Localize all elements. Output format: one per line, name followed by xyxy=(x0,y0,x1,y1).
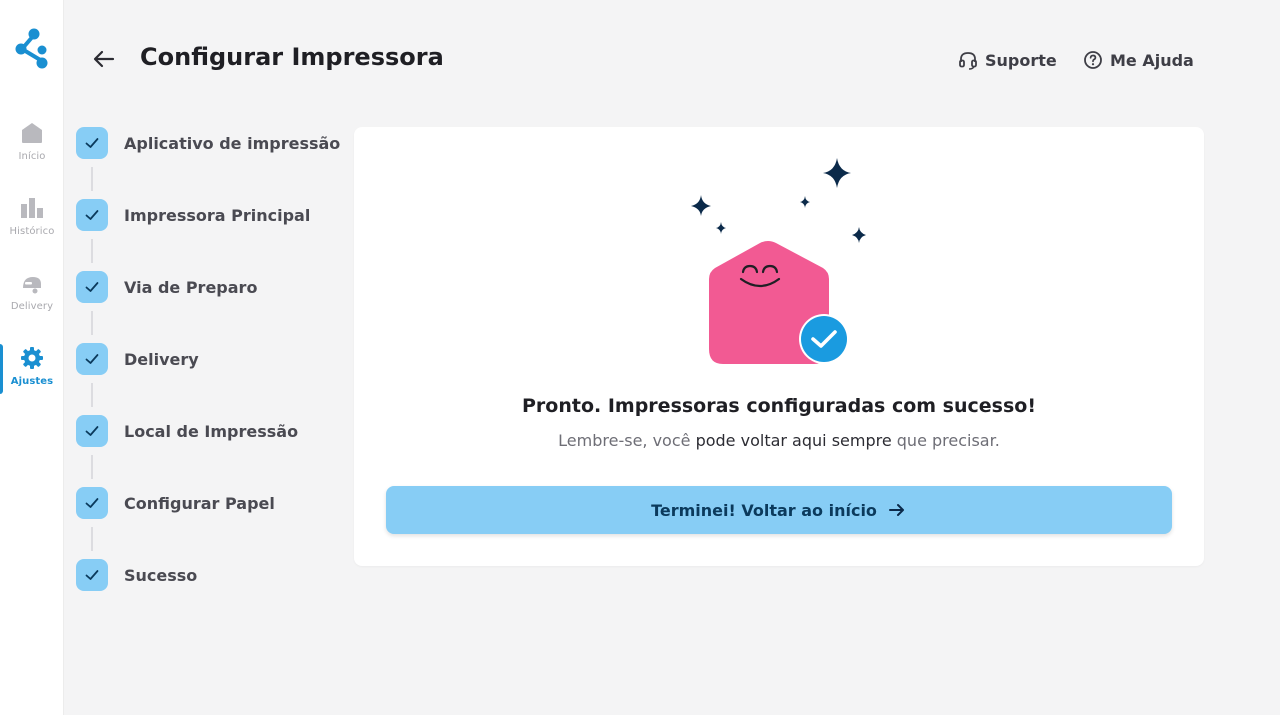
step-connector xyxy=(91,455,93,479)
step-aplicativo-de-impressao[interactable]: Aplicativo de impressão xyxy=(76,127,340,159)
step-delivery[interactable]: Delivery xyxy=(76,343,199,375)
sidebar-item-label: Delivery xyxy=(10,301,54,312)
step-label: Delivery xyxy=(124,349,199,369)
step-check-icon xyxy=(76,199,108,231)
arrow-right-icon xyxy=(888,504,904,516)
subtitle-part: Lembre-se, você xyxy=(558,431,696,450)
step-check-icon xyxy=(76,487,108,519)
headset-icon xyxy=(959,52,977,70)
back-arrow-icon[interactable] xyxy=(90,45,118,73)
sparkle-icon xyxy=(852,227,866,243)
home-icon xyxy=(22,123,42,143)
sparkle-icon xyxy=(691,195,711,216)
step-connector xyxy=(91,239,93,263)
sparkle-icon xyxy=(800,196,810,208)
success-subtitle: Lembre-se, você pode voltar aqui sempre … xyxy=(354,431,1204,450)
step-label: Aplicativo de impressão xyxy=(124,133,341,153)
question-circle-icon xyxy=(1084,51,1102,69)
sidebar: Início Histórico Delivery Ajustes xyxy=(0,0,64,715)
step-check-icon xyxy=(76,343,108,375)
step-check-icon xyxy=(76,415,108,447)
success-card: Pronto. Impressoras configuradas com suc… xyxy=(354,127,1204,566)
step-label: Configurar Papel xyxy=(124,493,275,513)
subtitle-part: que precisar. xyxy=(891,431,1000,450)
bar-chart-icon xyxy=(21,198,43,218)
step-label: Impressora Principal xyxy=(124,205,311,225)
step-sucesso[interactable]: Sucesso xyxy=(76,559,197,591)
app-logo[interactable] xyxy=(14,27,50,71)
step-via-de-preparo[interactable]: Via de Preparo xyxy=(76,271,257,303)
sparkle-icon xyxy=(716,222,726,234)
step-label: Local de Impressão xyxy=(124,421,299,441)
sidebar-item-label: Ajustes xyxy=(10,376,54,387)
help-label: Me Ajuda xyxy=(1110,50,1194,70)
sidebar-item-label: Histórico xyxy=(9,226,55,237)
step-impressora-principal[interactable]: Impressora Principal xyxy=(76,199,310,231)
step-check-icon xyxy=(76,271,108,303)
support-label: Suporte xyxy=(985,50,1057,70)
sidebar-item-ajustes[interactable]: Ajustes xyxy=(0,342,64,404)
finish-back-home-button[interactable]: Terminei! Voltar ao início xyxy=(386,486,1172,534)
gear-icon xyxy=(21,347,43,369)
sidebar-item-label: Início xyxy=(18,151,46,162)
help-button[interactable]: Me Ajuda xyxy=(1083,48,1194,72)
step-connector xyxy=(91,383,93,407)
step-label: Sucesso xyxy=(124,565,198,585)
sidebar-item-inicio[interactable]: Início xyxy=(0,117,64,179)
step-label: Via de Preparo xyxy=(124,277,258,297)
step-local-de-impressao[interactable]: Local de Impressão xyxy=(76,415,298,447)
finish-button-label: Terminei! Voltar ao início xyxy=(651,500,877,520)
success-title: Pronto. Impressoras configuradas com suc… xyxy=(522,395,1036,417)
step-configurar-papel[interactable]: Configurar Papel xyxy=(76,487,275,519)
subtitle-emphasis: pode voltar aqui sempre xyxy=(695,431,892,450)
sidebar-item-historico[interactable]: Histórico xyxy=(0,192,64,254)
sparkle-icon xyxy=(823,158,851,188)
success-envelope-illustration xyxy=(691,158,866,364)
step-check-icon xyxy=(76,559,108,591)
step-connector xyxy=(91,527,93,551)
support-button[interactable]: Suporte xyxy=(958,48,1057,72)
step-connector xyxy=(91,311,93,335)
step-connector xyxy=(91,167,93,191)
scooter-icon xyxy=(23,277,41,294)
sidebar-item-delivery[interactable]: Delivery xyxy=(0,267,64,329)
step-check-icon xyxy=(76,127,108,159)
page-title: Configurar Impressora xyxy=(140,43,444,71)
